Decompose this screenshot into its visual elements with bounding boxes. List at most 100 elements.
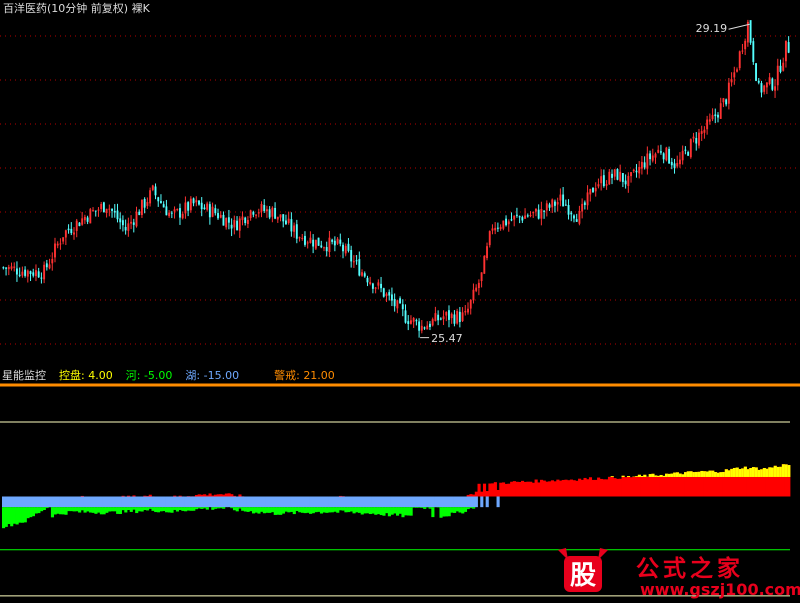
red-bar [472,494,476,497]
lake-bar [219,496,223,508]
control-bar [626,476,631,477]
river-bar [83,507,87,513]
candle-down [350,250,353,262]
river-bar [366,507,370,514]
candle-down [2,267,5,269]
candle-up [298,237,301,239]
river-bar [181,507,185,511]
lake-bar [450,496,454,508]
candle-down [505,218,507,226]
legend-river: 河: -5.00 [125,369,173,382]
river-bar [243,507,247,512]
lake-bar [192,496,196,508]
candle-down [787,42,790,53]
control-bar [705,471,709,477]
river-bar [309,507,313,514]
lake-bar [227,496,231,508]
river-bar [23,507,27,523]
lake-bar [165,496,169,508]
candle-up [486,246,488,259]
control-bar [656,475,660,477]
candle-up [51,258,54,264]
river-bar [200,507,204,509]
river-bar [417,507,421,508]
river-bar [129,507,133,512]
candle-down [570,212,573,215]
candle-down [423,327,426,329]
river-bar [472,507,476,509]
candle-up [763,85,766,92]
control-bar [724,469,728,477]
river-bar [26,507,30,519]
red-bar [194,495,199,497]
lake-bar [42,496,46,508]
lake-bar [159,496,163,508]
candle-up [719,103,722,119]
lake-bar [222,496,226,508]
river-bar [126,507,131,511]
candle-down [515,214,518,216]
lake-bar [178,496,182,508]
candle-up [7,266,10,270]
lake-bar [53,496,57,508]
candle-down [564,204,567,206]
control-bar [697,471,701,477]
red-bar [224,493,228,497]
candle-up [676,162,679,167]
river-bar [67,507,71,512]
red-bar [556,479,560,497]
red-bar [219,494,223,497]
lake-bar [2,496,6,508]
red-bar [613,478,617,497]
red-bar [564,479,568,497]
control-bar [654,475,658,477]
river-bar [287,507,291,513]
lake-bar [48,496,52,508]
lake-bar [485,496,489,508]
candle-up [524,215,527,219]
river-bar [409,507,413,516]
river-bar [151,507,155,511]
lake-bar [444,496,449,508]
river-bar [279,507,283,515]
candle-down [592,187,594,193]
candle-down [86,217,89,222]
candle-up [181,213,184,219]
river-bar [355,507,359,513]
lake-bar [480,496,484,508]
river-bar [159,507,163,512]
candle-up [545,203,548,211]
river-bar [140,507,144,512]
river-bar [15,507,19,525]
candle-up [21,271,24,276]
river-bar [298,507,302,513]
control-bar [713,471,718,477]
lake-bar [363,496,367,508]
lake-bar [412,496,416,508]
river-bar [97,507,101,513]
lake-bar [352,496,356,508]
candle-up [409,320,412,324]
red-bar [499,482,503,497]
river-bar [72,507,76,512]
river-bar [21,507,25,523]
lake-bar [15,496,19,508]
candle-down [355,260,358,262]
red-bar [629,477,633,497]
lake-bar [376,496,381,508]
control-bar [738,469,742,477]
red-bar [635,476,639,497]
red-bar [594,479,598,497]
control-bar [692,472,696,477]
lake-bar [40,496,44,508]
candle-down [567,205,570,215]
control-bar [667,473,671,477]
candle-down [342,244,344,252]
river-bar [69,507,74,512]
control-bar [686,471,690,477]
candle-up [744,40,747,50]
river-bar [268,507,272,513]
candle-down [94,210,97,212]
lake-bar [10,496,14,508]
control-bar [779,466,783,477]
